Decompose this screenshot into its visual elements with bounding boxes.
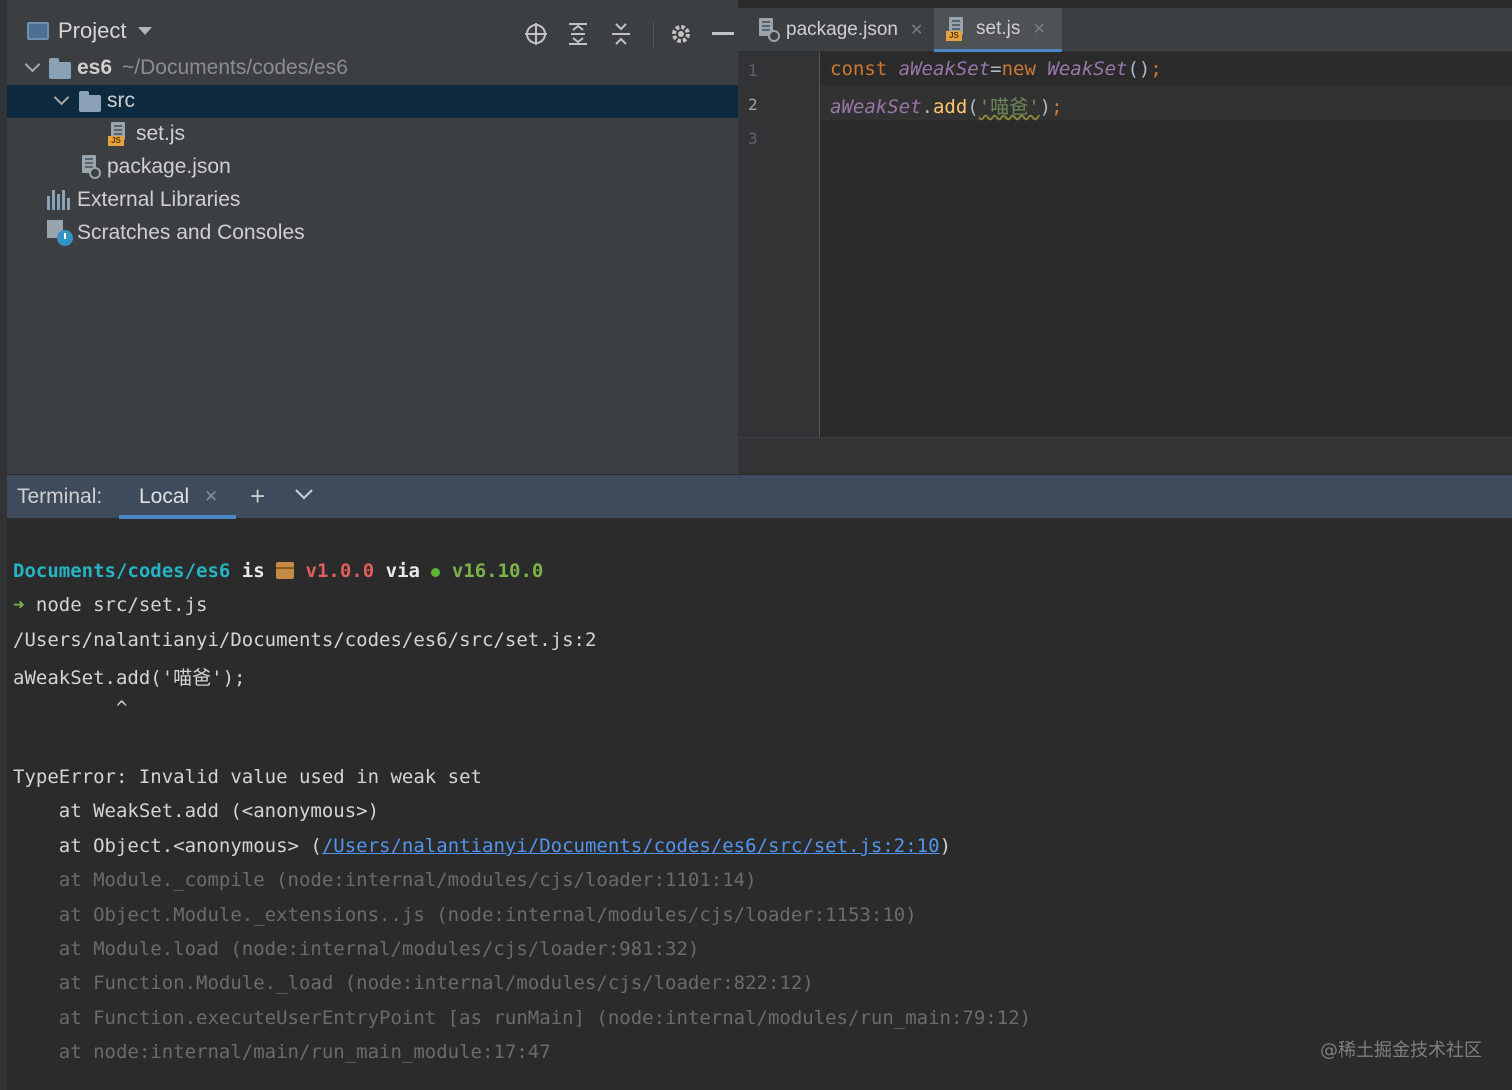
terminal-line: aWeakSet.add('喵爸'); <box>13 667 246 689</box>
stack-trace-link[interactable]: /Users/nalantianyi/Documents/codes/es6/s… <box>322 835 940 857</box>
terminal-line: at node:internal/main/run_main_module:17… <box>13 1041 551 1063</box>
terminal-title: Terminal: <box>17 485 103 508</box>
arrow-right-icon: ➜ <box>13 594 25 616</box>
collapse-all-icon <box>612 23 630 45</box>
terminal-header: Terminal: Local ✕ + <box>7 474 1512 519</box>
locate-file-button[interactable] <box>522 20 550 48</box>
tree-item-scratches[interactable]: Scratches and Consoles <box>7 217 738 250</box>
project-panel: Project es6 ~/Documents/codes/es6 src JS… <box>0 0 738 474</box>
terminal-line: TypeError: Invalid value used in weak se… <box>13 766 482 788</box>
collapse-all-button[interactable] <box>607 20 635 48</box>
close-icon[interactable]: ✕ <box>910 20 923 40</box>
tree-item-external-libraries[interactable]: External Libraries <box>7 184 738 217</box>
toolbar-separator <box>653 22 654 48</box>
settings-button[interactable] <box>667 20 695 48</box>
close-icon[interactable]: ✕ <box>204 487 218 507</box>
chevron-down-icon[interactable] <box>25 59 39 73</box>
code-line-2: aWeakSet.add('喵爸'); <box>830 96 1063 118</box>
terminal-line: at Object.<anonymous> (/Users/nalantiany… <box>13 835 952 857</box>
expand-all-icon <box>569 23 587 45</box>
package-icon <box>276 562 295 579</box>
chevron-down-icon[interactable] <box>293 483 315 510</box>
tab-label: Local <box>139 485 190 508</box>
line-number: 2 <box>748 95 758 114</box>
tree-item-es6[interactable]: es6 ~/Documents/codes/es6 <box>7 52 738 85</box>
scratches-clock-icon <box>47 220 73 246</box>
terminal-line: at Object.Module._extensions..js (node:i… <box>13 904 917 926</box>
terminal-output[interactable]: Documents/codes/es6 is v1.0.0 via v16.10… <box>13 518 1503 1090</box>
chevron-down-icon[interactable] <box>54 92 68 106</box>
hide-panel-button[interactable] <box>709 20 737 48</box>
line-number-gutter: 1 2 3 <box>738 52 820 437</box>
project-view-selector[interactable]: Project <box>27 16 153 46</box>
minimize-icon <box>712 32 734 35</box>
tree-item-path: ~/Documents/codes/es6 <box>122 56 348 79</box>
tree-item-package-json[interactable]: package.json <box>7 151 738 184</box>
crosshair-icon <box>525 23 547 45</box>
tree-item-label: src <box>107 89 135 112</box>
project-panel-header: Project <box>7 8 738 52</box>
editor-tab-bar: package.json ✕ JS set.js ✕ <box>738 8 1512 52</box>
close-icon[interactable]: ✕ <box>1032 19 1045 39</box>
line-number: 1 <box>748 61 758 80</box>
gear-icon <box>672 25 690 43</box>
tree-item-label: Scratches and Consoles <box>77 221 305 244</box>
terminal-line: at WeakSet.add (<anonymous>) <box>13 800 380 822</box>
folder-icon <box>79 91 101 112</box>
terminal-line: at Function.executeUserEntryPoint [as ru… <box>13 1007 1032 1029</box>
tab-package-json[interactable]: package.json ✕ <box>748 8 934 52</box>
project-panel-title: Project <box>58 18 127 43</box>
tab-local[interactable]: Local ✕ <box>119 475 236 519</box>
js-file-icon: JS <box>108 122 128 146</box>
project-window-icon <box>27 22 49 40</box>
line-number: 3 <box>748 129 758 148</box>
terminal-line: /Users/nalantianyi/Documents/codes/es6/s… <box>13 629 597 651</box>
config-file-icon <box>79 155 101 179</box>
chevron-down-icon[interactable] <box>138 27 153 35</box>
project-tree: es6 ~/Documents/codes/es6 src JS set.js p… <box>7 52 738 250</box>
tab-set-js[interactable]: JS set.js ✕ <box>934 8 1062 52</box>
tree-item-label: External Libraries <box>77 188 241 211</box>
folder-icon <box>49 58 71 79</box>
config-file-icon <box>756 18 780 42</box>
tree-item-set-js[interactable]: JS set.js <box>7 118 738 151</box>
tree-item-src[interactable]: src <box>7 85 738 118</box>
terminal-command-line: ➜ node src/set.js <box>13 594 208 616</box>
code-line-1: const aWeakSet=new WeakSet(); <box>830 58 1162 80</box>
terminal-line: ^ <box>13 697 128 719</box>
terminal-panel: Terminal: Local ✕ + Documents/codes/es6 … <box>0 474 1512 1090</box>
js-file-icon: JS <box>946 16 968 41</box>
tab-label: set.js <box>976 17 1021 39</box>
terminal-prompt-line: Documents/codes/es6 is v1.0.0 via v16.10… <box>13 560 544 582</box>
tree-item-label: package.json <box>107 155 231 178</box>
tree-item-label: es6 ~/Documents/codes/es6 <box>77 56 348 79</box>
editor-footer <box>738 437 1512 474</box>
watermark: @稀土掘金技术社区 <box>1320 1040 1482 1061</box>
tab-label: package.json <box>786 19 898 40</box>
terminal-line: at Function.Module._load (node:internal/… <box>13 972 814 994</box>
terminal-line: at Module._compile (node:internal/module… <box>13 869 757 891</box>
library-icon <box>47 190 71 210</box>
code-area[interactable]: const aWeakSet=new WeakSet(); aWeakSet.a… <box>820 52 1512 437</box>
editor-panel: package.json ✕ JS set.js ✕ 1 2 3 const a… <box>738 0 1512 474</box>
new-terminal-button[interactable]: + <box>250 481 265 512</box>
tree-item-label: set.js <box>136 122 186 145</box>
terminal-line: at Module.load (node:internal/modules/cj… <box>13 938 700 960</box>
expand-all-button[interactable] <box>564 20 592 48</box>
